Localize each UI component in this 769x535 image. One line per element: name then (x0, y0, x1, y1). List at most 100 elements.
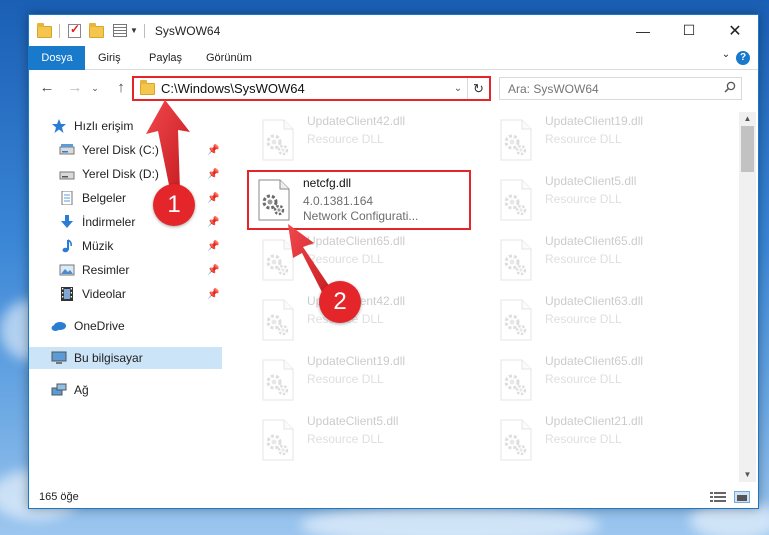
rename-icon[interactable] (113, 24, 127, 37)
sidebar-item-label: Yerel Disk (C:) (82, 143, 159, 157)
search-icon[interactable] (719, 81, 741, 96)
large-icons-view-icon[interactable] (734, 491, 750, 503)
film-icon (59, 287, 75, 301)
dll-file-icon (495, 178, 537, 222)
forward-arrow-icon[interactable]: → (65, 78, 85, 98)
file-type: Resource DLL (307, 132, 384, 146)
sidebar-item-this-pc[interactable]: Bu bilgisayar (29, 347, 222, 369)
maximize-button[interactable]: ☐ (666, 15, 712, 46)
minimize-button[interactable]: — (620, 15, 666, 46)
sidebar-item-downloads[interactable]: İndirmeler 📌 (59, 211, 219, 233)
address-path[interactable]: C:\Windows\SysWOW64 (161, 81, 449, 96)
computer-icon (51, 351, 67, 365)
file-item[interactable]: UpdateClient65.dll Resource DLL (491, 352, 715, 406)
scroll-down-icon[interactable]: ▼ (739, 468, 756, 482)
navigation-pane: Hızlı erişim Yerel Disk (C:) 📌 Yerel Dis… (29, 112, 224, 482)
network-icon (51, 383, 67, 397)
sidebar-item-label: Belgeler (82, 191, 127, 205)
star-icon (51, 119, 67, 133)
file-list: UpdateClient42.dll Resource DLL UpdateCli… (223, 112, 739, 482)
sidebar-item-label: Müzik (82, 239, 114, 253)
search-input[interactable] (508, 81, 719, 96)
dll-file-icon (495, 298, 537, 342)
sidebar-item-local-disk-d[interactable]: Yerel Disk (D:) 📌 (59, 163, 219, 185)
file-item[interactable]: UpdateClient21.dll Resource DLL (491, 412, 715, 466)
new-folder-icon[interactable] (89, 22, 105, 38)
title-bar: ▼ SysWOW64 — ☐ ✕ (29, 15, 758, 46)
explorer-window: ▼ SysWOW64 — ☐ ✕ Dosya Giriş Paylaş Görü… (28, 14, 759, 509)
address-folder-icon (140, 79, 155, 95)
file-item-netcfg-dll[interactable]: netcfg.dll 4.0.1381.164 Network Configurat… (247, 170, 471, 230)
properties-check-icon[interactable] (68, 22, 81, 38)
sidebar-item-documents[interactable]: Belgeler 📌 (59, 187, 219, 209)
address-history-dropdown-icon[interactable]: ⌄ (449, 83, 467, 94)
tab-share[interactable]: Paylaş (137, 46, 194, 70)
vertical-scrollbar[interactable]: ▲ ▼ (739, 112, 756, 482)
file-item[interactable]: UpdateClient42.dllResource DLL (253, 112, 477, 166)
file-item[interactable]: UpdateClient19.dll Resource DLL (253, 352, 477, 406)
sidebar-item-network[interactable]: Ağ (51, 379, 221, 401)
file-item[interactable]: UpdateClient42.dllResource DLL (253, 292, 477, 346)
up-arrow-icon[interactable]: ↑ (111, 78, 131, 98)
drive-icon (59, 167, 75, 181)
sidebar-item-videos[interactable]: Videolar 📌 (59, 283, 219, 305)
tab-file[interactable]: Dosya (29, 46, 85, 70)
recent-locations-chevron-icon[interactable]: ⌄ (89, 78, 101, 98)
pin-icon[interactable]: 📌 (207, 169, 219, 180)
scroll-up-icon[interactable]: ▲ (739, 112, 756, 126)
expand-ribbon-icon[interactable]: ⌄ (716, 42, 736, 66)
file-name: UpdateClient5.dll (307, 414, 399, 428)
pin-icon[interactable]: 📌 (207, 241, 219, 252)
tab-home[interactable]: Giriş (86, 46, 133, 70)
tab-view[interactable]: Görünüm (194, 46, 264, 70)
search-box[interactable] (499, 77, 742, 100)
file-item[interactable]: UpdateClient5.dll Resource DLL (491, 172, 715, 226)
sidebar-item-label: Videolar (82, 287, 126, 301)
file-name: UpdateClient65.dll (545, 234, 644, 248)
sidebar-item-label: Hızlı erişim (74, 119, 134, 133)
folder-icon (37, 22, 53, 38)
pin-icon[interactable]: 📌 (207, 289, 219, 300)
file-item[interactable]: UpdateClient65.dll Resource DLL (253, 232, 477, 286)
dll-file-icon (257, 418, 299, 462)
pin-icon[interactable]: 📌 (207, 265, 219, 276)
file-name: UpdateClient21.dll (545, 414, 644, 428)
sidebar-item-onedrive[interactable]: OneDrive (51, 315, 221, 337)
file-item[interactable]: UpdateClient63.dll Resource DLL (491, 292, 715, 346)
scrollbar-thumb[interactable] (741, 126, 754, 172)
pin-icon[interactable]: 📌 (207, 217, 219, 228)
file-item[interactable]: UpdateClient65.dll Resource DLL (491, 232, 715, 286)
sidebar-item-label: Bu bilgisayar (74, 351, 143, 365)
address-bar[interactable]: C:\Windows\SysWOW64 ⌄ ↻ (132, 76, 491, 101)
cloud-icon (51, 319, 67, 333)
dll-file-icon (495, 238, 537, 282)
dll-file-icon (253, 178, 295, 222)
file-type: Resource DLL (545, 252, 622, 266)
sidebar-item-quick-access[interactable]: Hızlı erişim (51, 115, 221, 137)
status-bar: 165 öğe (29, 485, 758, 509)
pin-icon[interactable]: 📌 (207, 145, 219, 156)
help-icon[interactable]: ? (736, 51, 750, 65)
file-name: UpdateClient63.dll (545, 294, 644, 308)
file-description: Network Configurati... (303, 209, 419, 223)
details-view-icon[interactable] (710, 491, 726, 503)
file-type: Resource DLL (307, 252, 384, 266)
customize-toolbar-dropdown-icon[interactable]: ▼ (130, 26, 138, 35)
sidebar-item-label: Resimler (82, 263, 130, 277)
dll-file-icon (495, 418, 537, 462)
file-item[interactable]: UpdateClient5.dll Resource DLL (253, 412, 477, 466)
file-type: Resource DLL (545, 192, 622, 206)
sidebar-item-label: Yerel Disk (D:) (82, 167, 159, 181)
sidebar-item-music[interactable]: Müzik 📌 (59, 235, 219, 257)
sidebar-item-pictures[interactable]: Resimler 📌 (59, 259, 219, 281)
back-arrow-icon[interactable]: ← (37, 78, 57, 98)
file-name: UpdateClient65.dll (545, 354, 644, 368)
file-item[interactable]: UpdateClient19.dll Resource DLL (491, 112, 715, 166)
file-version: 4.0.1381.164 (303, 194, 374, 208)
window-title: SysWOW64 (154, 23, 221, 38)
sidebar-item-label: Ağ (74, 383, 89, 397)
sidebar-item-local-disk-c[interactable]: Yerel Disk (C:) 📌 (59, 139, 219, 161)
refresh-icon[interactable]: ↻ (467, 78, 489, 99)
document-icon (59, 190, 75, 206)
pin-icon[interactable]: 📌 (207, 193, 219, 204)
